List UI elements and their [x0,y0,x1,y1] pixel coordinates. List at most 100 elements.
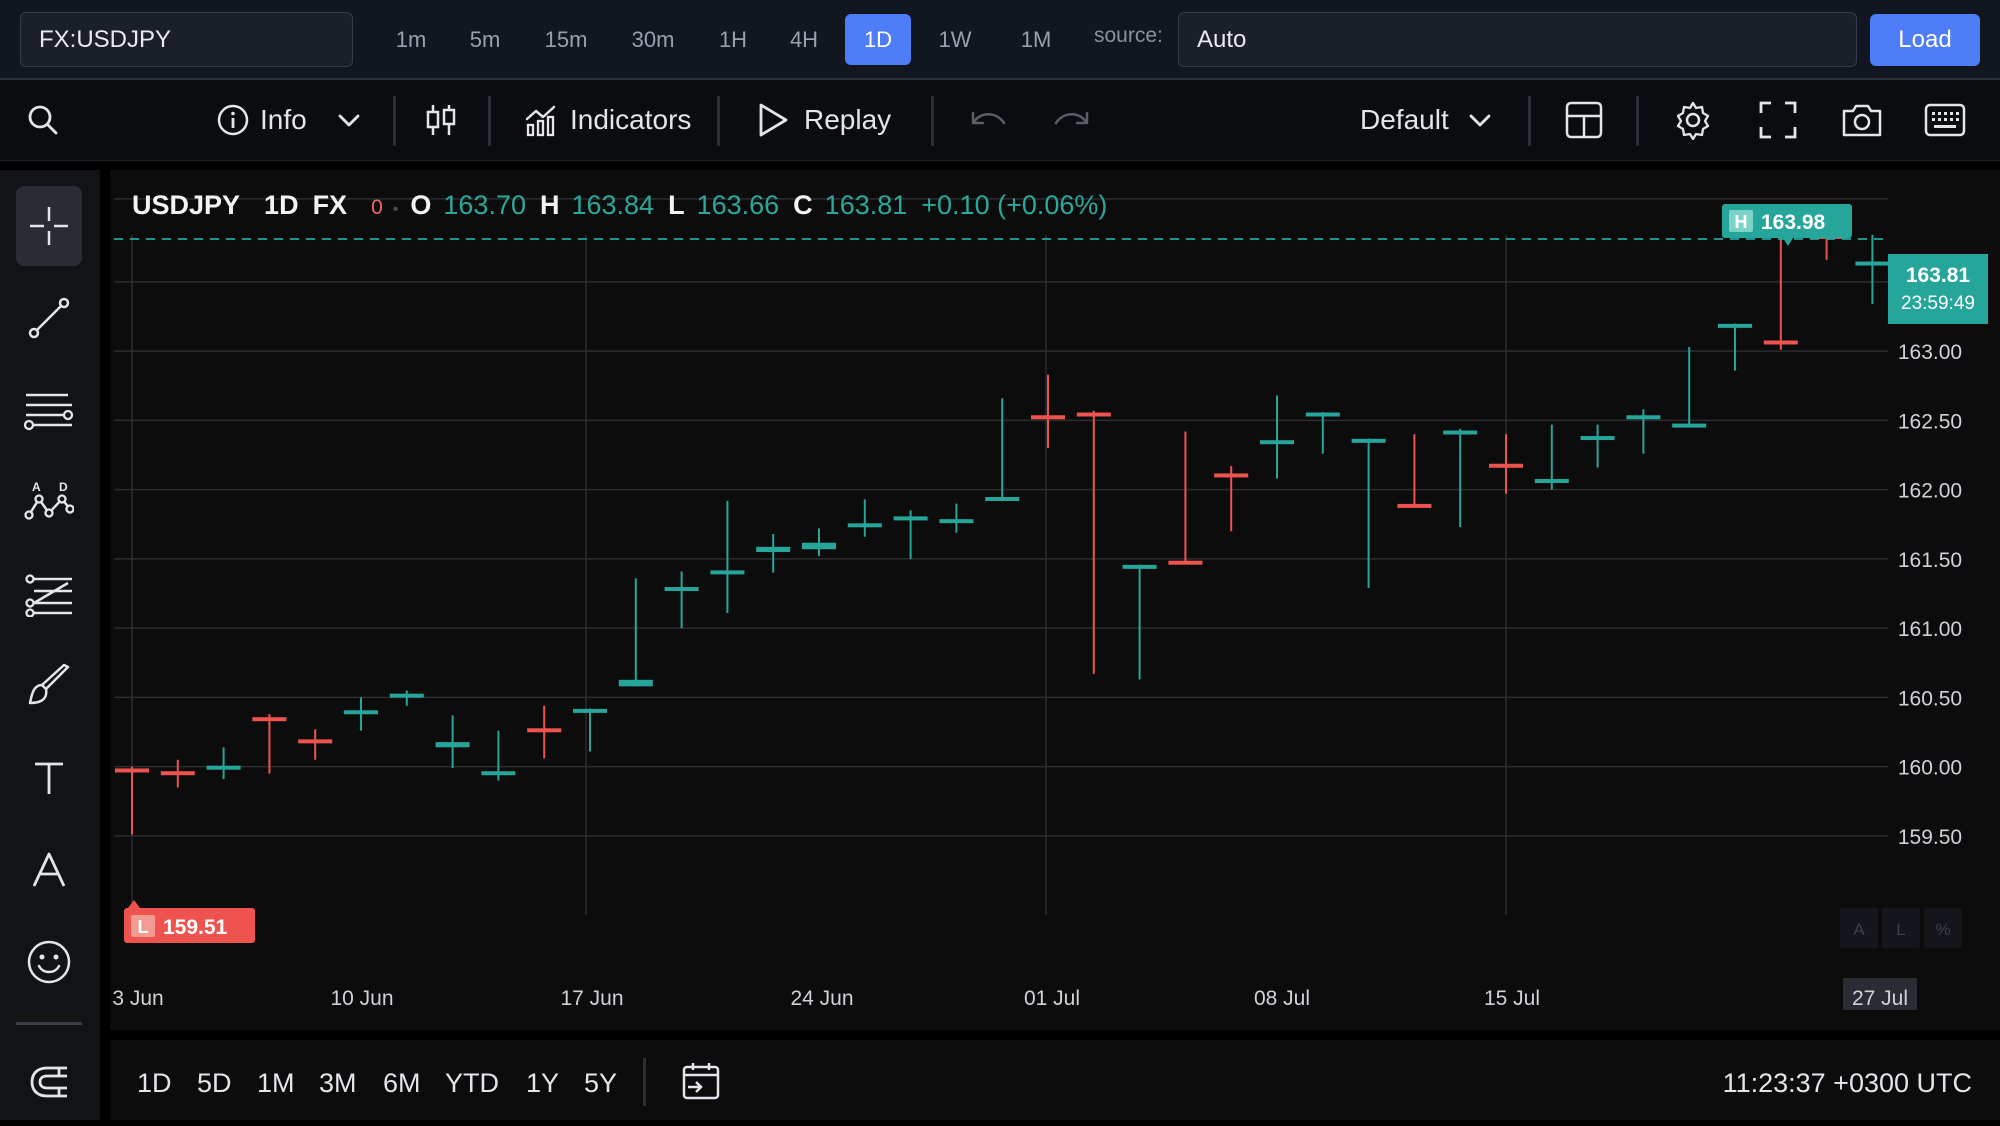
range-6m[interactable]: 6M [383,1040,421,1120]
timeframe-5m[interactable]: 5m [451,14,519,65]
ohlc-legend: USDJPY 1D FX 0 • O 163.70 H 163.84 L 163… [132,190,1121,221]
undo-button[interactable] [968,80,1008,160]
text-icon [29,758,69,798]
candle-body [893,516,928,521]
chart-type-button[interactable] [425,80,457,160]
candle-body [298,739,333,744]
low-marker-pointer [128,900,140,908]
fib-tool[interactable] [16,370,82,450]
layout-dropdown[interactable]: Default [1360,80,1495,160]
timeframe-1d[interactable]: 1D [845,14,911,65]
price-chart[interactable]: 163.50163.00162.50162.00161.50161.00160.… [110,170,2000,1030]
candle-body [1122,564,1157,569]
replay-button[interactable]: Replay [756,80,891,160]
top-bar: FX:USDJPY 1m 5m 15m 30m 1H 4H 1D 1W 1M source: A… [0,0,2000,80]
brush-icon [26,663,72,709]
range-1d[interactable]: 1D [137,1040,172,1120]
timeframe-30m[interactable]: 30m [610,14,696,65]
chevron-down-icon [1465,105,1495,135]
info-dropdown[interactable] [334,80,364,160]
legend-change: +0.10 (+0.06%) [921,190,1108,220]
layout-button[interactable] [1564,80,1604,160]
low-marker-letter: L [138,917,149,937]
y-tick-label: 160.50 [1898,687,1962,710]
timeframe-1m[interactable]: 1M [1003,14,1069,65]
indicators-icon [524,103,558,137]
candle-body [344,710,378,715]
fib-icon [24,389,74,431]
settings-button[interactable] [1673,80,1713,160]
last-price-label: 163.81 [1906,264,1971,287]
search-button[interactable] [26,80,60,160]
info-button[interactable]: Info [216,80,307,160]
legend-high-label: H [539,190,560,220]
candle-body [1305,412,1340,417]
crosshair-tool[interactable] [16,186,82,266]
range-5y[interactable]: 5Y [584,1040,617,1120]
annotation-tool[interactable] [16,830,82,910]
fullscreen-button[interactable] [1758,80,1798,160]
fullscreen-icon [1758,100,1798,140]
gear-icon [1673,100,1713,140]
y-tick-label: 161.00 [1898,618,1962,641]
legend-low-label: L [668,190,685,220]
text-tool[interactable] [16,738,82,818]
timeframe-1h[interactable]: 1H [700,14,766,65]
layout-label: Default [1360,104,1449,135]
candle-body [1443,430,1478,435]
chart-toolbar: Info Indicators Replay Default [0,80,2000,161]
undo-icon [968,105,1008,135]
y-tick-label: 162.50 [1898,410,1962,433]
timeframe-4h[interactable]: 4H [768,14,840,65]
prediction-tool[interactable] [16,554,82,634]
timeframe-1m[interactable]: 1m [378,14,444,65]
indicators-button[interactable]: Indicators [524,80,691,160]
screenshot-button[interactable] [1840,80,1884,160]
crosshair-icon [28,205,70,247]
candle-body [1718,323,1752,328]
legend-interval: 1D [264,190,299,220]
range-1m[interactable]: 1M [257,1040,295,1120]
candle-body [115,768,149,773]
range-5d[interactable]: 5D [197,1040,232,1120]
candle-body [1626,415,1661,420]
svg-text:A: A [32,480,41,494]
magnet-tool[interactable] [16,1042,82,1122]
range-3m[interactable]: 3M [319,1040,357,1120]
go-to-date-button[interactable] [680,1060,722,1107]
brush-tool[interactable] [16,646,82,726]
toolbar-divider [393,96,396,146]
legend-dot: • [392,201,399,218]
redo-button[interactable] [1052,80,1092,160]
emoji-tool[interactable] [16,922,82,1002]
pattern-tool[interactable]: AD [16,462,82,542]
clock-timezone[interactable]: 11:23:37 +0300 UTC [1723,1040,1972,1120]
candle-body [756,546,791,553]
candle-body [573,708,607,713]
range-1y[interactable]: 1Y [526,1040,559,1120]
toolbar-divider [717,96,720,146]
timeframe-15m[interactable]: 15m [525,14,607,65]
range-ytd[interactable]: YTD [445,1040,499,1120]
keyboard-icon [1924,102,1966,138]
symbol-input[interactable]: FX:USDJPY [20,12,353,67]
candle-body [1168,560,1203,565]
chart-panel[interactable]: 163.50163.00162.50162.00161.50161.00160.… [110,170,2000,1030]
legend-exchange: FX [312,190,348,220]
source-input[interactable]: Auto [1178,12,1857,67]
x-tick-label: 10 Jun [330,987,393,1010]
scale-button-label: L [1896,920,1905,939]
high-marker-letter: H [1735,212,1748,232]
timeframe-1w[interactable]: 1W [922,14,988,65]
svg-text:D: D [59,480,68,494]
load-button[interactable]: Load [1870,14,1980,66]
legend-close-label: C [793,190,813,220]
trendline-tool[interactable] [16,278,82,358]
x-tick-label: 24 Jun [790,987,853,1010]
candle-body [1260,440,1294,445]
keyboard-button[interactable] [1924,80,1966,160]
candle-body [1351,438,1386,443]
candle-body [481,771,516,776]
candle-body [389,693,424,698]
low-marker-value: 159.51 [163,916,228,939]
